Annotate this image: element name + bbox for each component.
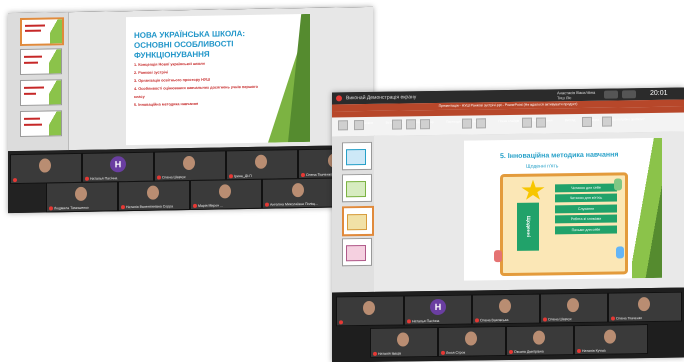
agenda-item: 5. Інноваційна методика навчання	[134, 101, 199, 107]
mic-muted-icon	[441, 350, 445, 355]
participant-tile[interactable]: Олена Ткаченко	[608, 291, 682, 323]
participant-tile[interactable]: Наталія Валентинівна Сорра	[118, 180, 190, 212]
slide-subtitle: Щоденні п'ять	[526, 163, 559, 170]
right-screenshot: Виконай Демонстрація екрану Анастасія Ва…	[332, 87, 684, 362]
mic-muted-icon	[577, 348, 581, 354]
paste-icon[interactable]	[338, 120, 348, 131]
presenter-name: Анастасія Василівна Тиш Ліс	[557, 89, 596, 101]
mic-muted-icon	[407, 319, 411, 324]
current-slide: 5. Інноваційна методика навчання Щоденні…	[464, 137, 662, 281]
board-item: Робота зі словами	[555, 214, 617, 224]
daily-five-board: Щоденні Читання для себе Читання для ког…	[500, 172, 628, 277]
participant-tile[interactable]: Наталія Кучма	[574, 324, 648, 356]
mic-muted-icon	[475, 318, 479, 323]
participant-tile[interactable]	[10, 152, 82, 185]
slide-title: 5. Інноваційна методика навчання	[500, 151, 619, 161]
left-screenshot: НОВА УКРАЇНСЬКА ШКОЛА: ОСНОВНІ ОСОБЛИВОС…	[8, 6, 373, 214]
current-slide: НОВА УКРАЇНСЬКА ШКОЛА: ОСНОВНІ ОСОБЛИВОС…	[126, 13, 310, 146]
share-control-button[interactable]	[604, 90, 618, 99]
replace-icon[interactable]	[602, 116, 612, 127]
slide-thumbnail[interactable]	[20, 48, 62, 75]
slide-thumbnail[interactable]	[20, 17, 64, 46]
participant-tile[interactable]: Олена Шевчук	[540, 292, 608, 324]
slide-thumbnail[interactable]	[342, 141, 372, 171]
clock: 20:01	[650, 89, 668, 98]
board-item: Слухання	[555, 204, 617, 214]
mic-muted-icon	[265, 202, 269, 207]
board-item: Читання для когось	[555, 193, 617, 203]
align-icon[interactable]	[462, 118, 472, 129]
slide-canvas: 5. Інноваційна методика навчання Щоденні…	[374, 131, 684, 292]
slide-thumbnail[interactable]	[342, 237, 372, 267]
slide-thumbnails-panel[interactable]	[8, 12, 69, 152]
avatar: H	[430, 298, 446, 316]
slide-thumbnail[interactable]	[342, 173, 372, 203]
share-title: Виконай Демонстрація екрану	[346, 94, 417, 102]
video-gallery: H Наталья Пасічна Олена Ваховська Олена Ш…	[332, 287, 684, 362]
slide-title: НОВА УКРАЇНСЬКА ШКОЛА: ОСНОВНІ ОСОБЛИВОС…	[134, 29, 246, 60]
find-icon[interactable]	[582, 116, 592, 127]
mic-muted-icon	[121, 205, 125, 210]
shapes-icon[interactable]	[522, 117, 532, 128]
slide-agenda: 1. Концепція Нової української школи 2. …	[134, 59, 269, 109]
new-slide-icon[interactable]	[354, 120, 364, 131]
participant-tile[interactable]: H Наталья Пасічна	[404, 294, 472, 326]
mic-muted-icon	[13, 178, 17, 183]
slide-thumbnails-panel[interactable]	[332, 135, 375, 293]
bold-icon[interactable]	[406, 119, 416, 130]
board-item: Читання для себе	[555, 183, 617, 193]
participant-tile[interactable]: Люся Строк	[438, 326, 506, 357]
child-illustration	[616, 246, 624, 259]
participant-tile[interactable]: Оксана Дмитрівна	[506, 325, 574, 357]
mic-muted-icon	[229, 174, 233, 179]
mic-muted-icon	[509, 349, 513, 354]
mic-muted-icon	[193, 203, 197, 208]
slide-thumbnail[interactable]	[20, 79, 62, 106]
slide-thumbnail[interactable]	[20, 110, 62, 137]
italic-icon[interactable]	[420, 119, 430, 130]
mic-muted-icon	[339, 320, 343, 325]
font-icon[interactable]	[392, 119, 402, 130]
recording-icon	[336, 95, 342, 102]
slide-thumbnail[interactable]	[342, 205, 374, 237]
mic-muted-icon	[49, 206, 53, 211]
child-illustration	[494, 250, 502, 263]
participant-tile[interactable]: Ірина_ДІ-ГІ	[226, 149, 298, 181]
mic-muted-icon	[373, 351, 377, 356]
bullets-icon[interactable]	[476, 118, 486, 129]
participant-tile[interactable]: Олена Шевчук	[154, 150, 226, 182]
avatar: H	[110, 156, 126, 173]
participant-tile[interactable]: Людмила Тимошенко	[46, 181, 118, 213]
star-icon	[521, 179, 545, 201]
participant-tile[interactable]: Наталія Іваців	[370, 326, 438, 358]
board-item: Письмо для себе	[555, 225, 617, 234]
mic-muted-icon	[301, 173, 305, 178]
participant-tile[interactable]: H Наталья Пасічна	[82, 151, 154, 183]
video-gallery: H Наталья Пасічна Олена Шевчук Ірина_ДІ-Г…	[8, 144, 373, 214]
participant-tile[interactable]: Марія Мирон ...	[190, 178, 262, 211]
child-illustration	[614, 178, 622, 191]
arrange-icon[interactable]	[536, 117, 546, 128]
participant-tile[interactable]	[336, 295, 404, 327]
share-control-button[interactable]	[622, 90, 636, 99]
board-vertical-label: Щоденні	[517, 202, 539, 251]
mic-muted-icon	[543, 317, 547, 322]
mic-muted-icon	[157, 175, 161, 180]
participant-tile[interactable]: Ангеліна Миколаївна Поліщ...	[262, 177, 336, 209]
mic-muted-icon	[85, 176, 89, 181]
mic-muted-icon	[611, 316, 615, 321]
participant-tile[interactable]: Олена Ваховська	[472, 293, 540, 325]
presentation-area: НОВА УКРАЇНСЬКА ШКОЛА: ОСНОВНІ ОСОБЛИВОС…	[8, 6, 373, 152]
